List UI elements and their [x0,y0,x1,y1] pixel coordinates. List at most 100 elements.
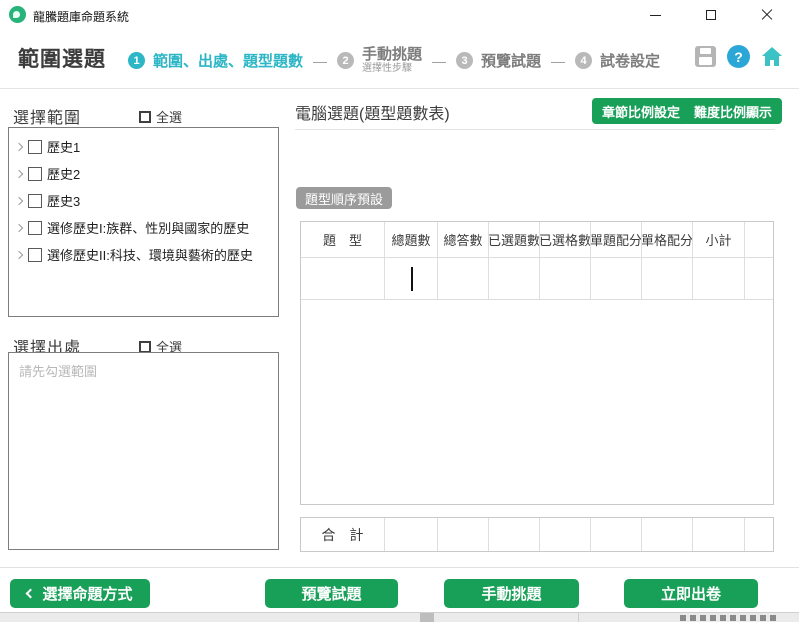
footer-divider [0,567,799,568]
home-icon [761,47,783,67]
background-text-smudge [680,615,780,621]
preview-questions-button[interactable]: 預覽試題 [265,579,398,608]
col-header-selected-blanks: 已選格數 [540,222,591,258]
tree-checkbox[interactable] [28,221,42,235]
save-icon [695,46,716,67]
close-icon [761,9,773,21]
step-connector: — [432,53,446,69]
step-2: 手動挑題 選擇性步驟 [362,47,422,75]
col-header-points-per-question: 單題配分 [591,222,642,258]
minimize-icon [650,15,661,16]
tree-checkbox[interactable] [28,194,42,208]
cell-points-per-blank[interactable] [642,258,693,300]
background-divider [578,613,579,622]
panel-divider [295,129,775,130]
step-1-label: 範圍、出處、題型題數 [153,50,303,71]
col-header-total-questions: 總題數 [385,222,438,258]
generate-paper-button[interactable]: 立即出卷 [624,579,758,608]
step-connector: — [313,53,327,69]
step-4-circle: 4 [575,52,592,69]
total-row: 合 計 [301,518,773,551]
help-button[interactable]: ? [727,45,750,68]
wizard-steps: 1 範圍、出處、題型題數 — 2 手動挑題 選擇性步驟 — 3 預覽試題 — 4… [128,33,660,88]
col-header-points-per-blank: 單格配分 [642,222,693,258]
computer-selection-title: 電腦選題(題型題數表) [295,100,450,124]
cell-total-answers[interactable] [438,258,489,300]
background-scrollbar-thumb [420,613,434,622]
total-cell [642,518,693,551]
cell-points-per-question[interactable] [591,258,642,300]
col-header-selected-questions: 已選題數 [489,222,540,258]
cell-empty [745,258,773,300]
back-to-method-button[interactable]: 選擇命題方式 [10,579,150,608]
app-window: 龍騰題庫命題系統 範圍選題 1 範圍、出處、題型題數 — 2 手動挑題 選擇性步… [0,0,799,622]
total-cell [693,518,745,551]
col-header-subtotal: 小計 [693,222,745,258]
home-button[interactable] [760,45,783,68]
expand-chevron-icon[interactable] [15,223,23,231]
window-title: 龍騰題庫命題系統 [33,8,129,25]
expand-chevron-icon[interactable] [15,169,23,177]
cell-type[interactable] [301,258,385,300]
question-type-table: 題 型 總題數 總答數 已選題數 已選格數 單題配分 單格配分 小計 [300,221,774,505]
tree-item-history2[interactable]: 歷史2 [11,160,276,187]
tree-item-label: 歷史2 [47,164,80,183]
range-select-all[interactable]: 全選 [139,107,182,126]
tree-checkbox[interactable] [28,167,42,181]
header-divider [0,88,799,89]
cell-selected-questions[interactable] [489,258,540,300]
cell-selected-blanks[interactable] [540,258,591,300]
header-icons: ? [694,45,783,68]
back-button-label: 選擇命題方式 [42,583,132,604]
tree-checkbox[interactable] [28,140,42,154]
maximize-icon [706,10,716,20]
tree-item-label: 選修歷史I:族群、性別與國家的歷史 [47,218,249,237]
type-order-preset-button[interactable]: 題型順序預設 [296,187,392,209]
total-cell [540,518,591,551]
step-3-circle: 3 [456,52,473,69]
page-title: 範圍選題 [18,43,106,73]
total-cell [489,518,540,551]
tree-item-elective2[interactable]: 選修歷史II:科技、環境與藝術的歷史 [11,241,276,268]
tree-item-history3[interactable]: 歷史3 [11,187,276,214]
total-cell [385,518,438,551]
tree-item-label: 歷史3 [47,191,80,210]
tree-item-history1[interactable]: 歷史1 [11,133,276,160]
total-cell [591,518,642,551]
range-section-title: 選擇範圍 [13,104,81,128]
manual-pick-button[interactable]: 手動挑題 [444,579,579,608]
app-logo-icon [9,6,26,23]
range-tree: 歷史1 歷史2 歷史3 選修歷史I:族群、性別與國家的歷史 選修歷史II:科技、… [8,127,279,317]
source-placeholder: 請先勾選範圍 [19,361,268,380]
expand-chevron-icon[interactable] [15,250,23,258]
title-bar: 龍騰題庫命題系統 [0,0,799,30]
tree-item-elective1[interactable]: 選修歷史I:族群、性別與國家的歷史 [11,214,276,241]
minimize-button[interactable] [632,0,678,30]
table-header-row: 題 型 總題數 總答數 已選題數 已選格數 單題配分 單格配分 小計 [301,222,773,258]
close-button[interactable] [744,0,790,30]
save-button[interactable] [694,45,717,68]
expand-chevron-icon[interactable] [15,142,23,150]
source-select-all-checkbox[interactable] [139,341,151,353]
cell-subtotal[interactable] [693,258,745,300]
source-list[interactable]: 請先勾選範圍 [8,352,279,550]
maximize-button[interactable] [688,0,734,30]
total-row-box: 合 計 [300,517,774,552]
step-2-circle: 2 [337,52,354,69]
range-select-all-label: 全選 [156,107,182,126]
step-3-label: 預覽試題 [481,50,541,71]
difficulty-ratio-button[interactable]: 難度比例顯示 [684,98,782,124]
tree-item-label: 選修歷史II:科技、環境與藝術的歷史 [47,245,253,264]
text-caret [411,267,413,291]
tree-checkbox[interactable] [28,248,42,262]
step-connector: — [551,53,565,69]
step-2-label: 手動挑題 [362,47,422,64]
background-window-sliver [0,612,799,622]
range-select-all-checkbox[interactable] [139,111,151,123]
cell-total-questions[interactable] [385,258,438,300]
col-header-type: 題 型 [301,222,385,258]
chapter-ratio-button[interactable]: 章節比例設定 [592,98,690,124]
help-icon: ? [727,45,750,68]
table-data-row [301,258,773,300]
expand-chevron-icon[interactable] [15,196,23,204]
